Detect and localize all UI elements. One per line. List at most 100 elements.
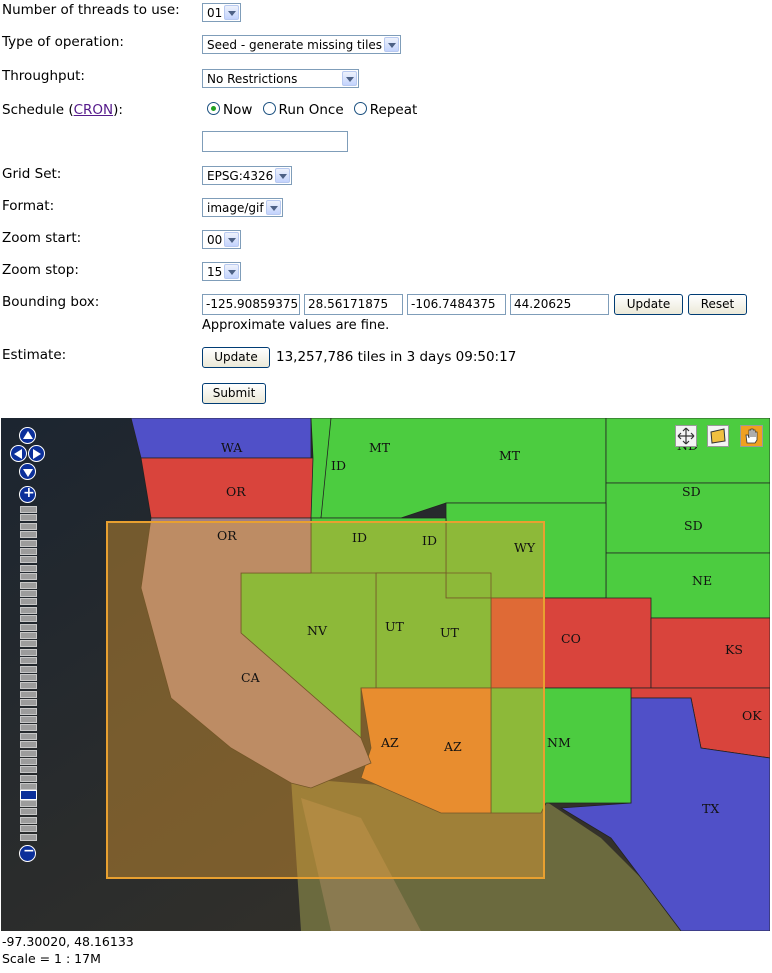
zoom-start-value: 00 <box>207 233 223 247</box>
zoom-level-tick[interactable] <box>20 758 37 765</box>
zoom-level-tick[interactable] <box>20 724 37 732</box>
zoom-level-tick[interactable] <box>20 816 37 824</box>
zoom-level-tick[interactable] <box>20 833 37 841</box>
zoom-slider-handle[interactable] <box>20 790 37 800</box>
plus-icon: + <box>23 485 35 501</box>
bbox-maxx-input[interactable]: -106.7484375 <box>407 294 506 315</box>
zoom-start-select[interactable]: 00 <box>202 230 242 249</box>
zoom-level-tick[interactable] <box>20 514 37 522</box>
throughput-select[interactable]: No Restrictions <box>202 69 359 88</box>
zoom-level-tick[interactable] <box>20 766 37 774</box>
zoom-level-tick[interactable] <box>20 699 37 707</box>
zoom-level-tick[interactable] <box>20 573 37 581</box>
zoom-level-tick[interactable] <box>20 707 37 715</box>
zoom-level-tick[interactable] <box>20 632 37 639</box>
zoom-level-tick[interactable] <box>20 800 37 807</box>
estimate-update-button[interactable]: Update <box>202 347 270 368</box>
map-viewport[interactable]: WA MT ID MT OR ND SD SD OR ID ID WY NE N… <box>1 418 770 931</box>
estimate-result: 13,257,786 tiles in 3 days 09:50:17 <box>276 349 517 365</box>
bbox-selection[interactable] <box>106 521 545 879</box>
bbox-label: Bounding box: <box>2 294 100 310</box>
zoom-level-tick[interactable] <box>20 682 37 690</box>
state-label: AZ <box>443 739 462 754</box>
format-select[interactable]: image/gif <box>202 198 283 217</box>
state-label: OR <box>226 484 246 499</box>
operation-label: Type of operation: <box>2 34 124 50</box>
zoom-level-tick[interactable] <box>20 606 37 614</box>
state-label: AZ <box>380 735 399 750</box>
radio-now[interactable] <box>207 102 220 115</box>
move-icon <box>677 427 695 445</box>
bbox-maxy-input[interactable]: 44.20625 <box>510 294 609 315</box>
mouse-position: -97.30020, 48.16133 <box>2 934 134 949</box>
bbox-reset-button[interactable]: Reset <box>688 294 747 315</box>
state-label: SD <box>682 484 701 499</box>
zoom-level-tick[interactable] <box>20 774 37 782</box>
threads-label: Number of threads to use: <box>2 2 180 18</box>
zoom-level-tick[interactable] <box>20 665 37 673</box>
state-label: ID <box>352 530 367 545</box>
navigation-tool-button[interactable] <box>740 425 763 447</box>
state-label: MT <box>499 448 521 463</box>
zoom-level-tick[interactable] <box>20 749 37 757</box>
zoom-level-tick[interactable] <box>20 623 37 631</box>
bbox-miny-input[interactable]: 28.56171875 <box>304 294 403 315</box>
zoom-level-tick[interactable] <box>20 674 37 681</box>
map-canvas[interactable]: WA MT ID MT OR ND SD SD OR ID ID WY NE N… <box>1 418 770 931</box>
zoom-box-icon <box>710 428 726 444</box>
zoom-level-tick[interactable] <box>20 581 37 589</box>
zoom-stop-value: 15 <box>207 265 223 279</box>
cron-input[interactable] <box>202 131 348 152</box>
gridset-select[interactable]: EPSG:4326 <box>202 166 293 185</box>
zoom-level-tick[interactable] <box>20 640 37 648</box>
format-label: Format: <box>2 198 55 214</box>
zoom-level-tick[interactable] <box>20 716 37 723</box>
zoom-level-tick[interactable] <box>20 590 37 597</box>
operation-select[interactable]: Seed - generate missing tiles <box>202 35 401 54</box>
threads-select[interactable]: 01 <box>202 3 242 22</box>
zoom-stop-label: Zoom stop: <box>2 262 79 278</box>
zoom-start-label: Zoom start: <box>2 230 82 246</box>
chevron-down-icon <box>384 37 399 52</box>
schedule-label-suffix: ): <box>113 102 123 118</box>
state-label: OR <box>217 528 237 543</box>
cron-link[interactable]: CRON <box>74 102 114 118</box>
bbox-update-button[interactable]: Update <box>614 294 683 315</box>
zoom-level-tick[interactable] <box>20 564 37 572</box>
zoom-level-tick[interactable] <box>20 741 37 749</box>
zoom-level-tick[interactable] <box>20 531 37 539</box>
zoom-level-tick[interactable] <box>20 556 37 564</box>
hand-icon <box>745 428 758 444</box>
state-label: NV <box>307 623 328 638</box>
state-label: KS <box>725 642 743 657</box>
zoom-level-tick[interactable] <box>20 732 37 740</box>
zoom-level-tick[interactable] <box>20 690 37 698</box>
zoom-level-tick[interactable] <box>20 825 37 833</box>
zoom-level-tick[interactable] <box>20 522 37 530</box>
radio-run-once[interactable] <box>262 102 276 115</box>
state-label: NM <box>547 735 571 750</box>
operation-value: Seed - generate missing tiles <box>207 38 383 52</box>
zoom-level-tick[interactable] <box>20 808 37 816</box>
zoom-level-tick[interactable] <box>20 657 37 665</box>
zoom-level-tick[interactable] <box>20 615 37 623</box>
chevron-down-icon <box>224 232 240 247</box>
zoom-level-tick[interactable] <box>20 648 37 656</box>
scale-line: Scale = 1 : 17M <box>2 951 101 966</box>
zoom-stop-select[interactable]: 15 <box>202 262 242 281</box>
throughput-label: Throughput: <box>2 68 85 84</box>
state-label: UT <box>385 619 405 634</box>
bbox-minx-input[interactable]: -125.90859375 <box>202 294 300 315</box>
submit-button[interactable]: Submit <box>202 383 266 404</box>
pan-tool-button[interactable] <box>675 425 697 447</box>
radio-repeat[interactable] <box>353 102 367 115</box>
zoom-box-tool-button[interactable] <box>707 425 729 447</box>
state-label: UT <box>440 625 460 640</box>
state-label: WA <box>221 440 243 455</box>
zoom-level-tick[interactable] <box>20 598 37 606</box>
state-label: OK <box>742 708 762 723</box>
zoom-level-tick[interactable] <box>20 548 37 555</box>
zoom-level-tick[interactable] <box>20 506 37 513</box>
gridset-value: EPSG:4326 <box>207 169 274 183</box>
zoom-level-tick[interactable] <box>20 539 37 547</box>
